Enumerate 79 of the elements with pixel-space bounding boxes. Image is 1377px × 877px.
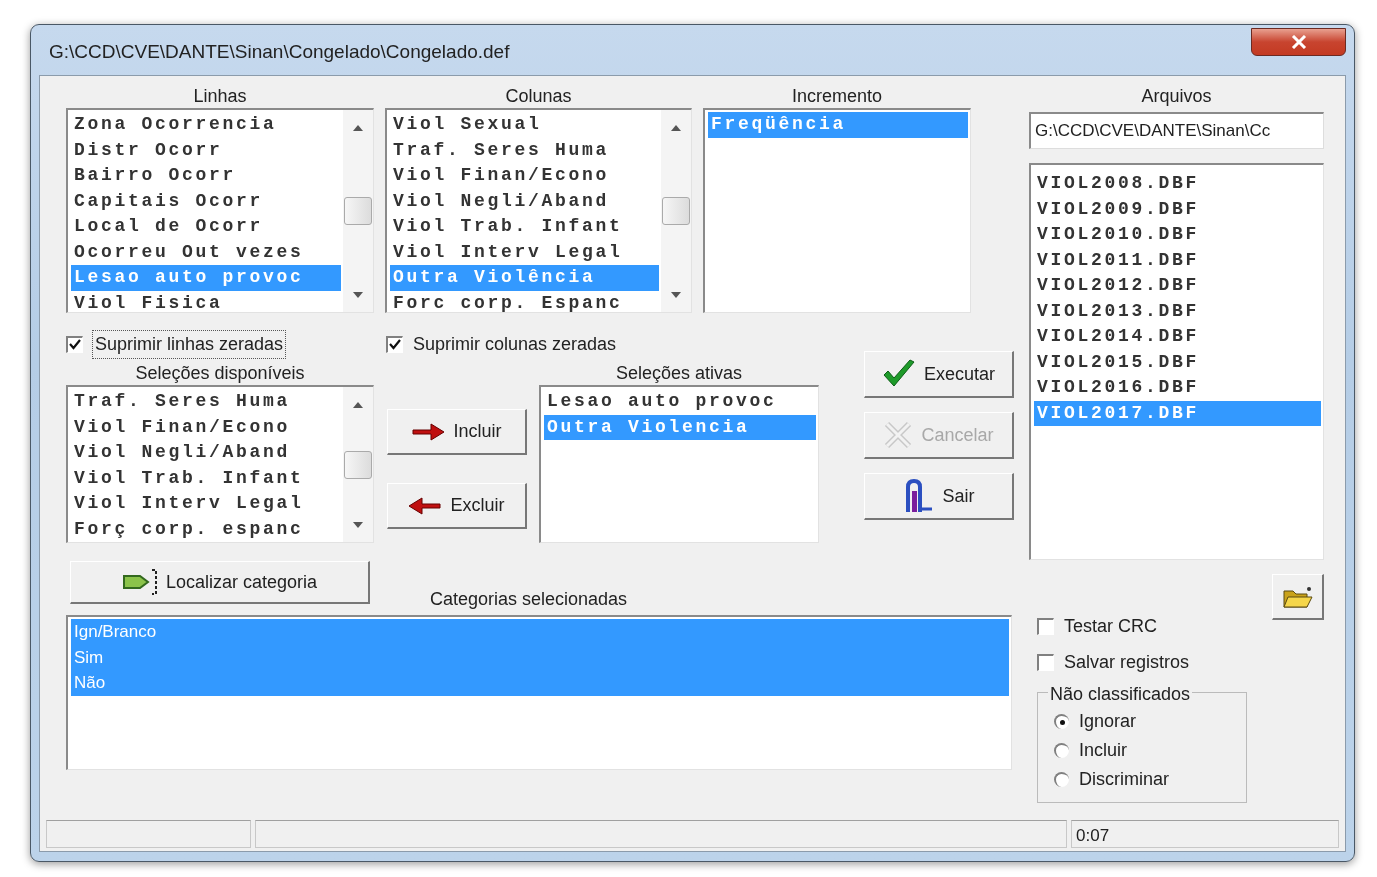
list-item[interactable]: Lesao auto provoc: [544, 389, 816, 415]
list-box[interactable]: VIOL2008.DBF VIOL2009.DBF VIOL2010.DBF VIOL2011.DBF VIOL2012.DBF VIOL2013.DBF VIOL2014.DBF VIOL2015.DBF VIOL2016.DBF VIOL2017.DBF: [1029, 163, 1324, 560]
radio-label[interactable]: Incluir: [1079, 737, 1127, 764]
list-item[interactable]: VIOL2014.DBF: [1034, 324, 1321, 350]
list-item[interactable]: Viol Trab. Infant: [390, 214, 659, 240]
list-item[interactable]: Distr Ocorr: [71, 137, 341, 163]
list-item[interactable]: VIOL2012.DBF: [1034, 273, 1321, 299]
list-item[interactable]: Viol Trab. Infant: [71, 465, 341, 491]
list-item[interactable]: VIOL2015.DBF: [1034, 349, 1321, 375]
radio-button[interactable]: [1054, 714, 1069, 729]
list-box[interactable]: Zona Ocorrencia Distr Ocorr Bairro Ocorr Capitais Ocorr Local de Ocorr Ocorreu Out vezes Lesao auto provoc Viol Fisica: [66, 108, 374, 313]
scrollbar[interactable]: [343, 387, 373, 542]
scroll-thumb[interactable]: [662, 197, 690, 225]
list-item[interactable]: VIOL2016.DBF: [1034, 375, 1321, 401]
list-box[interactable]: Lesao auto provoc Outra Violencia: [539, 385, 819, 543]
list-item[interactable]: Forc corp. Espanc: [390, 290, 659, 312]
list-item[interactable]: Viol Finan/Econo: [71, 414, 341, 440]
list-label: Colunas: [504, 85, 573, 108]
list-item[interactable]: VIOL2011.DBF: [1034, 247, 1321, 273]
checkbox-label[interactable]: Testar CRC: [1064, 612, 1157, 640]
list-item[interactable]: Ocorreu Out vezes: [71, 239, 341, 265]
close-button[interactable]: [1251, 28, 1346, 56]
checkbox-label[interactable]: Salvar registros: [1064, 648, 1190, 676]
move-button[interactable]: Excluir: [387, 483, 527, 529]
list-item[interactable]: VIOL2013.DBF: [1034, 298, 1321, 324]
list-label: Arquivos: [1140, 85, 1213, 108]
list-box[interactable]: Viol Sexual Traf. Seres Huma Viol Finan/Econo Viol Negli/Aband Viol Trab. Infant Viol Interv Legal Outra Violência Forc corp. Espanc: [385, 108, 692, 313]
list-item[interactable]: Viol Interv Legal: [390, 239, 659, 265]
radio-button[interactable]: [1054, 772, 1069, 787]
list-item[interactable]: VIOL2009.DBF: [1034, 196, 1321, 222]
checkbox[interactable]: [386, 335, 403, 353]
radio-label[interactable]: Ignorar: [1079, 708, 1137, 735]
list-item[interactable]: Viol Fisica: [71, 290, 341, 312]
scroll-thumb[interactable]: [344, 197, 372, 225]
folder-icon: [1282, 584, 1313, 609]
checkbox[interactable]: [66, 335, 83, 353]
list-label: Incremento: [790, 85, 883, 108]
checkbox[interactable]: [1037, 617, 1054, 635]
list-item[interactable]: Bairro Ocorr: [71, 163, 341, 189]
action-button[interactable]: Executar: [864, 351, 1014, 398]
list-item[interactable]: Forç corp. espanc: [71, 516, 341, 542]
tag-bracket-icon: [121, 568, 158, 596]
list-label: Categorias selecionadas: [430, 588, 628, 611]
scrollbar[interactable]: [343, 110, 373, 312]
list-item[interactable]: Viol Interv Legal: [71, 491, 341, 517]
arrow-left-icon: [408, 496, 443, 515]
radio-label[interactable]: Discriminar: [1079, 766, 1169, 793]
list-label: Seleções ativas: [614, 362, 744, 385]
path-field[interactable]: G:\CCD\CVE\DANTE\Sinan\Cc: [1029, 112, 1324, 149]
checkbox-label[interactable]: Suprimir linhas zeradas: [93, 330, 286, 358]
cross-icon: [883, 420, 914, 450]
close-icon: [1290, 35, 1307, 49]
scroll-thumb[interactable]: [344, 450, 372, 479]
check-mark-icon: [881, 359, 916, 389]
checkbox[interactable]: [1037, 653, 1054, 671]
move-button[interactable]: Incluir: [387, 409, 527, 455]
list-item[interactable]: VIOL2008.DBF: [1034, 171, 1321, 197]
list-label: Seleções disponíveis: [134, 362, 306, 385]
list-label: Linhas: [192, 85, 248, 108]
list-item[interactable]: Capitais Ocorr: [71, 188, 341, 214]
list-item[interactable]: Traf. Seres Huma: [390, 137, 659, 163]
scrollbar[interactable]: [661, 110, 691, 312]
locate-category-button[interactable]: Localizar categoria: [70, 561, 370, 604]
list-item[interactable]: Viol Finan/Econo: [390, 163, 659, 189]
list-item[interactable]: Traf. Seres Huma: [71, 389, 341, 415]
radio-button[interactable]: [1054, 743, 1069, 758]
list-item[interactable]: Viol Negli/Aband: [390, 188, 659, 214]
list-item[interactable]: Viol Negli/Aband: [71, 440, 341, 466]
elapsed-time: 0:07: [1071, 820, 1339, 848]
list-item[interactable]: VIOL2010.DBF: [1034, 222, 1321, 248]
list-item[interactable]: Local de Ocorr: [71, 214, 341, 240]
open-folder-button[interactable]: [1272, 574, 1324, 620]
window-title: G:\CCD\CVE\DANTE\Sinan\Congelado\Congelado.def: [48, 40, 510, 64]
arrow-right-icon: [411, 422, 446, 441]
action-button[interactable]: Sair: [864, 473, 1014, 520]
list-box[interactable]: Traf. Seres Huma Viol Finan/Econo Viol Negli/Aband Viol Trab. Infant Viol Interv Legal Forç corp. espanc: [66, 385, 374, 543]
checkbox-label[interactable]: Suprimir colunas zeradas: [413, 330, 617, 358]
list-item[interactable]: Zona Ocorrencia: [71, 112, 341, 138]
list-item[interactable]: Viol Sexual: [390, 112, 659, 138]
